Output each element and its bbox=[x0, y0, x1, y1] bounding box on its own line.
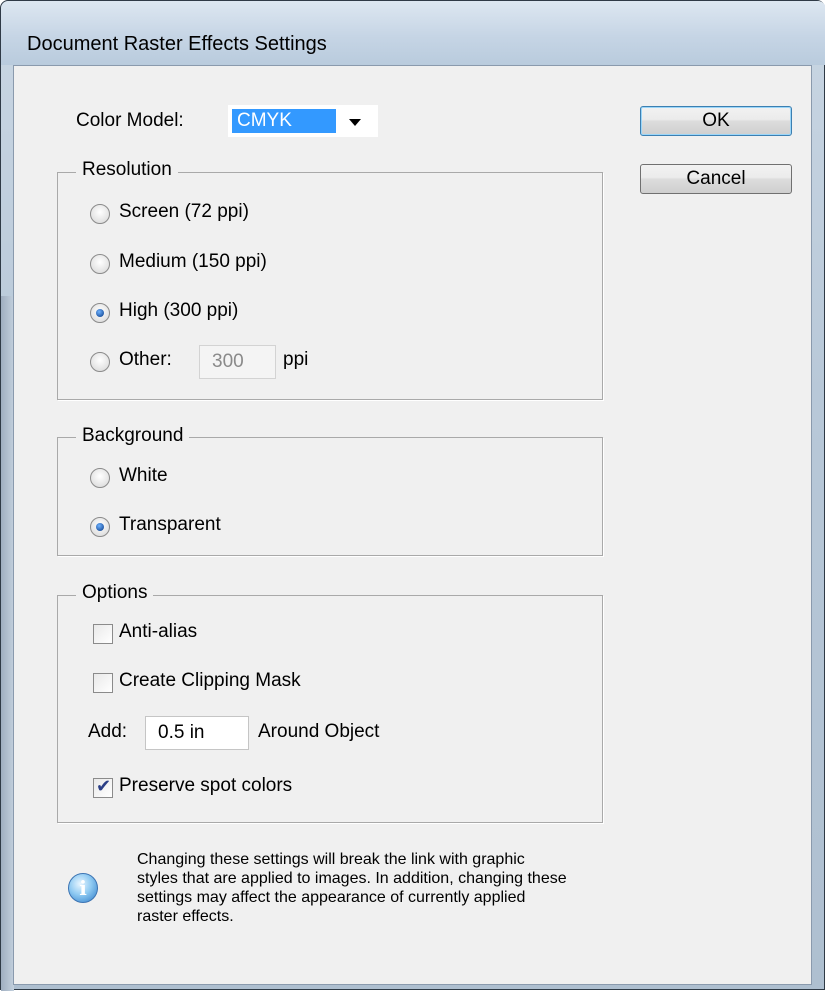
info-icon: i bbox=[68, 873, 98, 903]
color-model-label: Color Model: bbox=[76, 110, 184, 131]
chevron-down-icon bbox=[349, 119, 361, 126]
resolution-screen-radio[interactable] bbox=[90, 204, 110, 224]
color-model-value: CMYK bbox=[232, 109, 336, 133]
resolution-other-label: Other: bbox=[119, 349, 172, 370]
preserve-spot-colors-checkbox[interactable] bbox=[93, 776, 113, 798]
background-white-radio[interactable] bbox=[90, 468, 110, 488]
anti-alias-label: Anti-alias bbox=[119, 621, 198, 642]
resolution-screen-label: Screen (72 ppi) bbox=[119, 201, 249, 222]
preserve-spot-colors-label: Preserve spot colors bbox=[119, 775, 293, 796]
color-model-select[interactable]: CMYK bbox=[228, 105, 378, 137]
resolution-medium-radio[interactable] bbox=[90, 254, 110, 274]
resolution-high-label: High (300 ppi) bbox=[119, 300, 239, 321]
add-amount-input[interactable]: 0.5 in bbox=[145, 716, 249, 750]
background-white-label: White bbox=[119, 465, 168, 486]
clipping-mask-label: Create Clipping Mask bbox=[119, 670, 301, 691]
add-label: Add: bbox=[88, 721, 128, 742]
resolution-high-radio[interactable] bbox=[90, 303, 110, 323]
resolution-medium-label: Medium (150 ppi) bbox=[119, 251, 267, 272]
title-bar[interactable]: Document Raster Effects Settings bbox=[1, 1, 825, 65]
background-transparent-label: Transparent bbox=[119, 514, 221, 535]
options-group-title: Options bbox=[76, 582, 154, 604]
resolution-other-radio[interactable] bbox=[90, 352, 110, 372]
background-transparent-radio[interactable] bbox=[90, 517, 110, 537]
window-title: Document Raster Effects Settings bbox=[27, 33, 327, 55]
clipping-mask-checkbox[interactable] bbox=[93, 673, 113, 693]
resolution-group-title: Resolution bbox=[76, 159, 178, 181]
resolution-other-input[interactable]: 300 bbox=[199, 345, 276, 379]
info-message: Changing these settings will break the l… bbox=[137, 851, 567, 925]
background-group bbox=[57, 437, 603, 556]
cancel-button[interactable]: Cancel bbox=[640, 164, 792, 194]
resolution-other-unit: ppi bbox=[283, 349, 309, 370]
ok-button[interactable]: OK bbox=[640, 106, 792, 136]
around-object-label: Around Object bbox=[258, 721, 380, 742]
anti-alias-checkbox[interactable] bbox=[93, 624, 113, 644]
background-group-title: Background bbox=[76, 425, 190, 447]
